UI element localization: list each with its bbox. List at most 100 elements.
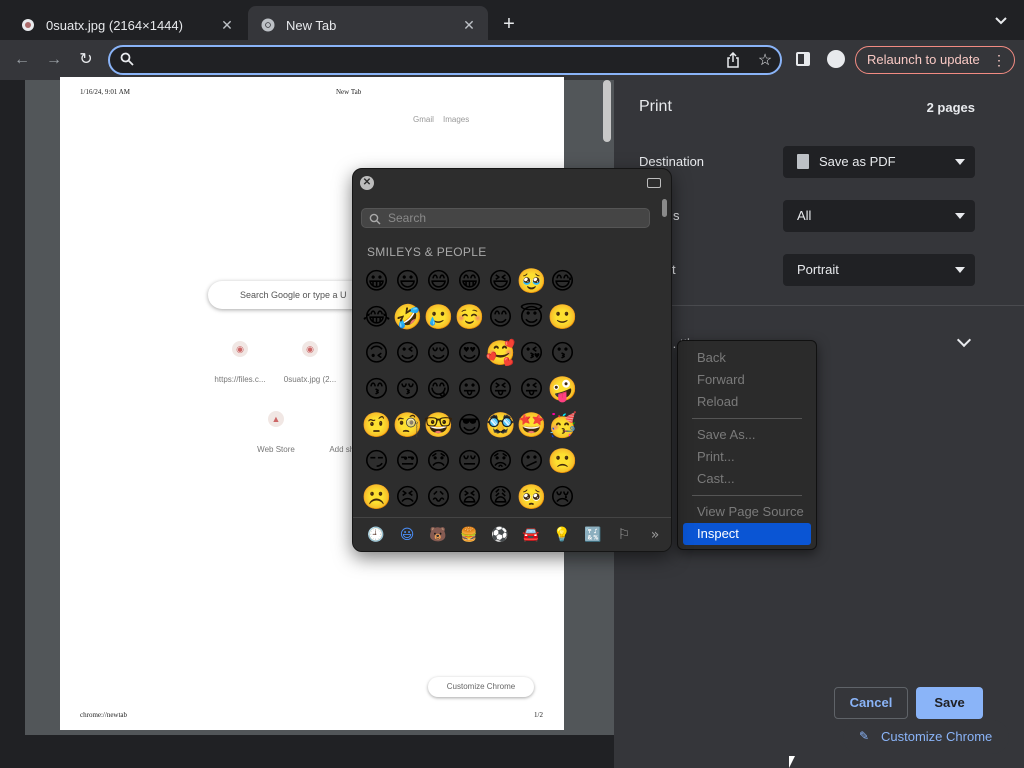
emoji-cell[interactable]: 🙃 <box>361 335 392 371</box>
tab-new-tab[interactable]: New Tab ✕ <box>248 6 488 44</box>
travel-icon[interactable]: 🚘 <box>522 526 540 544</box>
flags-icon[interactable]: ⚐ <box>615 526 633 544</box>
food-icon[interactable]: 🍔 <box>460 526 478 544</box>
page-footer-url: chrome://newtab <box>80 711 128 719</box>
share-icon[interactable] <box>726 51 742 68</box>
emoji-cell[interactable]: 😙 <box>361 371 392 407</box>
emoji-cell[interactable]: 🥲 <box>423 299 454 335</box>
symbols-icon[interactable]: 🔣 <box>584 526 602 544</box>
side-panel-icon[interactable] <box>796 52 810 66</box>
emoji-cell[interactable]: 😄 <box>423 263 454 299</box>
emoji-cell[interactable]: 😆 <box>485 263 516 299</box>
emoji-cell[interactable]: 😋 <box>423 371 454 407</box>
bookmark-star-icon[interactable]: ☆ <box>756 50 774 69</box>
smileys-icon[interactable]: 😃 <box>398 526 416 544</box>
chevron-down-icon[interactable] <box>992 14 1010 32</box>
pages-select[interactable]: All <box>783 200 975 232</box>
customize-chrome-button[interactable]: ✎ Customize Chrome <box>843 720 1009 754</box>
emoji-cell[interactable]: 😚 <box>392 371 423 407</box>
emoji-cell[interactable]: 😫 <box>454 479 485 515</box>
emoji-cell[interactable]: 😢 <box>547 479 578 515</box>
emoji-cell[interactable]: 😜 <box>516 371 547 407</box>
save-button[interactable]: Save <box>916 687 983 719</box>
emoji-cell[interactable]: ☹️ <box>361 479 392 515</box>
emoji-cell[interactable]: 😂 <box>361 299 392 335</box>
emoji-cell[interactable]: 😛 <box>454 371 485 407</box>
emoji-cell[interactable]: 🤓 <box>423 407 454 443</box>
address-input[interactable] <box>144 51 704 69</box>
address-bar[interactable]: ☆ <box>108 45 782 75</box>
emoji-cell[interactable]: 😗 <box>547 335 578 371</box>
profile-avatar-icon[interactable] <box>827 50 845 68</box>
emoji-cell[interactable]: 🤪 <box>547 371 578 407</box>
menu-item-print[interactable]: Print... <box>683 446 811 468</box>
emoji-cell[interactable]: 😃 <box>392 263 423 299</box>
keyboard-icon[interactable] <box>647 178 661 188</box>
emoji-cell[interactable]: 🤣 <box>392 299 423 335</box>
more-menu-icon[interactable]: ⋮ <box>992 47 1006 73</box>
cancel-button[interactable]: Cancel <box>834 687 908 719</box>
back-arrow-icon[interactable]: ← <box>12 50 32 70</box>
emoji-cell[interactable]: 😣 <box>392 479 423 515</box>
emoji-scrollbar[interactable] <box>662 199 667 217</box>
tab-title: 0suatx.jpg (2164×1444) <box>46 17 183 33</box>
emoji-cell[interactable]: 😕 <box>516 443 547 479</box>
emoji-cell[interactable]: 🙁 <box>547 443 578 479</box>
menu-item-inspect[interactable]: Inspect <box>683 523 811 545</box>
tab-image[interactable]: 0suatx.jpg (2164×1444) ✕ <box>8 6 246 44</box>
emoji-cell[interactable]: 🥺 <box>516 479 547 515</box>
close-icon[interactable]: ✕ <box>460 16 478 34</box>
relaunch-button[interactable]: Relaunch to update ⋮ <box>855 46 1015 74</box>
emoji-cell[interactable]: 🥰 <box>485 335 516 371</box>
more-categories-icon[interactable]: » <box>646 526 664 544</box>
emoji-cell[interactable]: 😁 <box>454 263 485 299</box>
emoji-cell[interactable]: 😇 <box>516 299 547 335</box>
emoji-cell[interactable]: 😟 <box>485 443 516 479</box>
animals-icon[interactable]: 🐻 <box>429 526 447 544</box>
chevron-down-icon[interactable] <box>956 332 972 348</box>
emoji-cell[interactable]: 😖 <box>423 479 454 515</box>
emoji-cell[interactable]: 😍 <box>454 335 485 371</box>
emoji-cell[interactable]: ☺️ <box>454 299 485 335</box>
emoji-cell[interactable]: 😉 <box>392 335 423 371</box>
emoji-cell[interactable]: 🧐 <box>392 407 423 443</box>
emoji-cell[interactable]: 😝 <box>485 371 516 407</box>
new-tab-button[interactable]: + <box>498 14 520 36</box>
emoji-cell[interactable]: 🤩 <box>516 407 547 443</box>
menu-item-forward[interactable]: Forward <box>683 369 811 391</box>
emoji-cell[interactable]: 😀 <box>361 263 392 299</box>
emoji-cell[interactable]: 😒 <box>392 443 423 479</box>
emoji-cell[interactable]: 🙂 <box>547 299 578 335</box>
reload-icon[interactable]: ↻ <box>76 50 96 70</box>
destination-select[interactable]: Save as PDF <box>783 146 975 178</box>
close-icon[interactable]: ✕ <box>218 16 236 34</box>
menu-item-back[interactable]: Back <box>683 347 811 369</box>
close-icon[interactable]: ✕ <box>360 176 374 190</box>
emoji-cell[interactable]: 😎 <box>454 407 485 443</box>
forward-arrow-icon[interactable]: → <box>44 50 64 70</box>
preview-scrollbar[interactable] <box>603 80 611 142</box>
emoji-cell[interactable]: 😏 <box>361 443 392 479</box>
objects-icon[interactable]: 💡 <box>553 526 571 544</box>
print-title: Print <box>639 98 672 115</box>
emoji-search-input[interactable]: Search <box>361 208 650 228</box>
emoji-cell[interactable]: 😞 <box>423 443 454 479</box>
menu-item-view-source[interactable]: View Page Source <box>683 501 811 523</box>
emoji-cell[interactable]: 🥹 <box>516 263 547 299</box>
emoji-cell[interactable]: 😘 <box>516 335 547 371</box>
layout-select[interactable]: Portrait <box>783 254 975 286</box>
emoji-cell[interactable]: 😔 <box>454 443 485 479</box>
menu-item-reload[interactable]: Reload <box>683 391 811 413</box>
emoji-cell[interactable]: 😊 <box>485 299 516 335</box>
activity-icon[interactable]: ⚽ <box>491 526 509 544</box>
emoji-cell[interactable]: 😅 <box>547 263 578 299</box>
emoji-cell[interactable]: 🥳 <box>547 407 578 443</box>
gmail-link: Gmail <box>413 115 434 124</box>
emoji-cell[interactable]: 😌 <box>423 335 454 371</box>
menu-item-save-as[interactable]: Save As... <box>683 424 811 446</box>
emoji-cell[interactable]: 😩 <box>485 479 516 515</box>
emoji-cell[interactable]: 🤨 <box>361 407 392 443</box>
menu-item-cast[interactable]: Cast... <box>683 468 811 490</box>
emoji-cell[interactable]: 🥸 <box>485 407 516 443</box>
recent-icon[interactable]: 🕘 <box>367 526 385 544</box>
